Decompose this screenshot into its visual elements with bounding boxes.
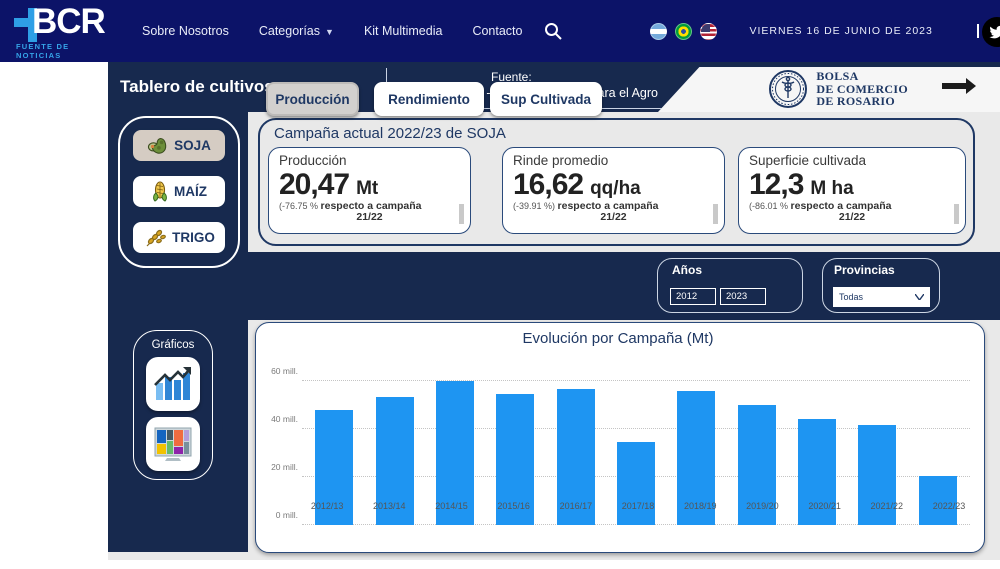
x-axis-label: 2014/15 [420,501,482,511]
dashboard-title: Tablero de cultivos [120,77,274,97]
kpi-value: 12,3 [749,169,803,201]
evolution-chart: Evolución por Campaña (Mt) 0 mill. 20 mil… [255,322,985,553]
flag-argentina-icon[interactable] [650,23,667,40]
provinces-dropdown[interactable]: Todas [833,287,930,307]
bcr-logo-tagline: FUENTE DE NOTICIAS [16,42,118,60]
graficos-panel: Gráficos [133,330,213,480]
crop-button-trigo[interactable]: TRIGO [131,220,227,255]
crop-selector: SOJA MAÍZ [118,116,240,268]
crop-button-soja[interactable]: SOJA [131,128,227,163]
bolsa-logo: BOLSA DE COMERCIO DE ROSARIO [768,69,908,109]
flag-brasil-icon[interactable] [675,23,692,40]
bolsa-name: BOLSA DE COMERCIO DE ROSARIO [816,70,908,108]
campaign-panel: Campaña actual 2022/23 de SOJA Producció… [258,118,975,246]
tab-sup-cultivada[interactable]: Sup Cultivada [490,82,602,116]
provinces-filter: Provincias Todas [822,258,940,313]
provinces-selected-value: Todas [839,292,863,302]
crop-button-maiz[interactable]: MAÍZ [131,174,227,209]
maiz-icon [151,181,169,203]
x-axis-labels: 2012/132013/142014/152015/162016/172017/… [296,501,980,511]
nav-item-contacto[interactable]: Contacto [472,24,522,38]
card-scrollbar[interactable] [459,204,464,224]
treemap-view-button[interactable] [146,417,200,471]
kpi-unit: Mt [356,178,378,200]
tab-produccion[interactable]: Producción [266,82,359,116]
kpi-title: Producción [279,153,460,168]
x-axis-label: 2016/17 [545,501,607,511]
year-to-input[interactable] [720,288,766,305]
plot-area: 0 mill. 20 mill. 40 mill. 60 mill. [264,355,972,525]
x-axis-label: 2017/18 [607,501,669,511]
treemap-icon [153,426,193,462]
bars-container [304,355,968,525]
x-axis-label: 2015/16 [483,501,545,511]
kpi-card-produccion: Producción 20,47 Mt (-76.75 % respecto a… [268,147,471,234]
flag-usa-icon[interactable] [700,23,717,40]
y-axis-tick: 20 mill. [264,462,298,472]
years-label: Años [672,263,702,277]
current-date: VIERNES 16 DE JUNIO DE 2023 [749,25,932,37]
nav-menu: Sobre Nosotros Categorías▼ Kit Multimedi… [142,24,522,38]
y-axis-tick: 60 mill. [264,366,298,376]
page: BCR FUENTE DE NOTICIAS Sobre Nosotros Ca… [0,0,1000,569]
years-filter: Años [657,258,803,313]
top-navbar: BCR FUENTE DE NOTICIAS Sobre Nosotros Ca… [0,0,1000,62]
search-icon[interactable] [544,22,562,40]
x-axis-label: 2021/22 [856,501,918,511]
x-axis-label: 2013/14 [358,501,420,511]
bar-chart-view-button[interactable] [146,357,200,411]
kpi-note2: 21/22 [279,212,460,223]
x-axis-label: 2020/21 [794,501,856,511]
chevron-down-icon [915,294,924,300]
trigo-icon [143,228,167,248]
next-page-arrow-icon[interactable] [940,76,978,96]
kpi-card-rinde: Rinde promedio 16,62 qq/ha (-39.91 %) re… [502,147,725,234]
x-axis-label: 2012/13 [296,501,358,511]
kpi-title: Rinde promedio [513,153,714,168]
twitter-icon[interactable] [982,17,1000,47]
chart-title: Evolución por Campaña (Mt) [264,330,972,347]
bar-chart-trend-icon [153,365,193,403]
nav-item-kit-multimedia[interactable]: Kit Multimedia [364,24,443,38]
soja-icon [147,136,169,156]
x-axis-label: 2018/19 [669,501,731,511]
kpi-note2: 21/22 [513,212,714,223]
kpi-note2: 21/22 [749,212,955,223]
provinces-label: Provincias [834,263,895,277]
nav-item-sobre-nosotros[interactable]: Sobre Nosotros [142,24,229,38]
kpi-unit: qq/ha [590,178,641,200]
card-scrollbar[interactable] [713,204,718,224]
tablero-dashboard: Tablero de cultivos Fuente: GEA - Guía E… [108,62,1000,560]
campaign-title: Campaña actual 2022/23 de SOJA [274,125,506,142]
bcr-logo[interactable]: BCR FUENTE DE NOTICIAS [0,0,118,62]
tab-rendimiento[interactable]: Rendimiento [374,82,484,116]
language-flags [650,23,717,40]
kpi-unit: M ha [810,178,853,200]
y-axis-tick: 0 mill. [264,510,298,520]
divider [977,24,979,38]
bolsa-seal-icon [768,69,808,109]
x-axis-label: 2019/20 [731,501,793,511]
card-scrollbar[interactable] [954,204,959,224]
bcr-logo-text: BCR [32,2,105,42]
kpi-value: 20,47 [279,169,349,201]
chevron-down-icon: ▼ [325,27,334,37]
kpi-card-superficie: Superficie cultivada 12,3 M ha (-86.01 %… [738,147,966,234]
year-from-input[interactable] [670,288,716,305]
kpi-value: 16,62 [513,169,583,201]
kpi-title: Superficie cultivada [749,153,955,168]
y-axis-tick: 40 mill. [264,414,298,424]
crop-label: SOJA [174,138,211,153]
crop-label: TRIGO [172,230,215,245]
graficos-label: Gráficos [134,339,212,351]
x-axis-label: 2022/23 [918,501,980,511]
bar-2017/18[interactable] [617,442,655,525]
nav-item-categorias[interactable]: Categorías▼ [259,24,334,38]
crop-label: MAÍZ [174,184,207,199]
